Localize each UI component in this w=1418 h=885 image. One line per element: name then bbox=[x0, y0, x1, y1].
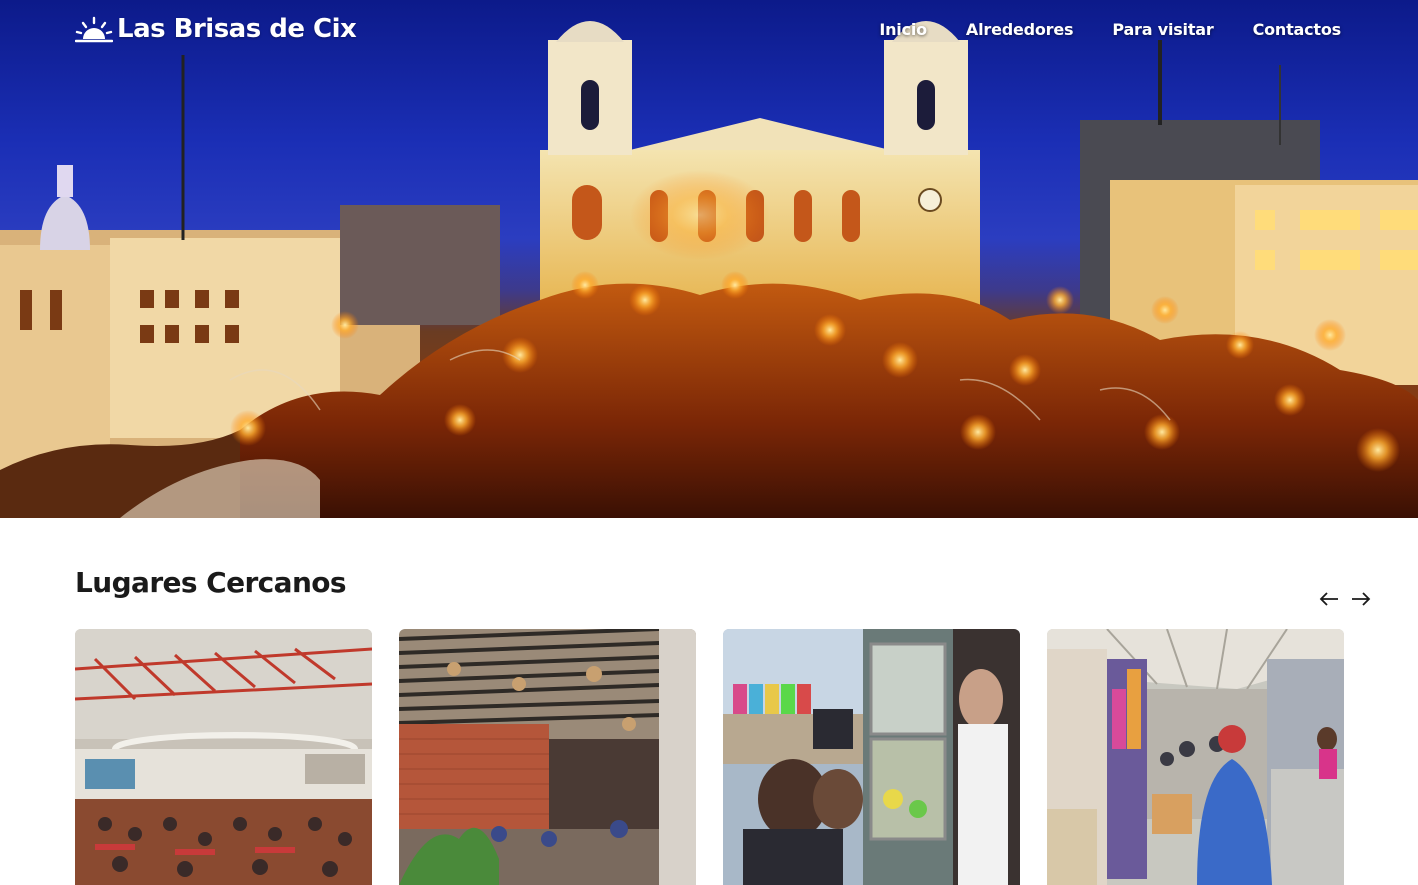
main-navigation: Inicio Alrededores Para visitar Contacto… bbox=[879, 20, 1341, 39]
arrow-right-icon bbox=[1352, 592, 1371, 606]
hero-image bbox=[0, 21, 1418, 518]
place-card[interactable] bbox=[1047, 629, 1344, 885]
carousel-prev-button[interactable] bbox=[1318, 588, 1340, 610]
nav-item-para-visitar[interactable]: Para visitar bbox=[1112, 20, 1213, 39]
hero-banner: Las Brisas de Cix Inicio Alrededores Par… bbox=[0, 0, 1418, 518]
street-food-stand-photo bbox=[723, 629, 1020, 885]
food-court-photo bbox=[75, 629, 372, 885]
place-cards bbox=[75, 629, 1344, 885]
nav-item-contactos[interactable]: Contactos bbox=[1253, 20, 1342, 39]
arrow-left-icon bbox=[1319, 592, 1338, 606]
carousel-next-button[interactable] bbox=[1350, 588, 1372, 610]
brand-name: Las Brisas de Cix bbox=[117, 14, 357, 44]
sun-icon bbox=[75, 16, 113, 43]
place-card[interactable] bbox=[723, 629, 1020, 885]
place-card[interactable] bbox=[399, 629, 696, 885]
carousel-controls bbox=[1318, 588, 1372, 610]
market-corridor-photo bbox=[1047, 629, 1344, 885]
nav-item-alrededores[interactable]: Alrededores bbox=[966, 20, 1074, 39]
brand-logo[interactable]: Las Brisas de Cix bbox=[75, 14, 357, 44]
section-title: Lugares Cercanos bbox=[75, 566, 347, 599]
covered-dining-patio-photo bbox=[399, 629, 696, 885]
place-card[interactable] bbox=[75, 629, 372, 885]
nav-item-inicio[interactable]: Inicio bbox=[879, 20, 927, 39]
